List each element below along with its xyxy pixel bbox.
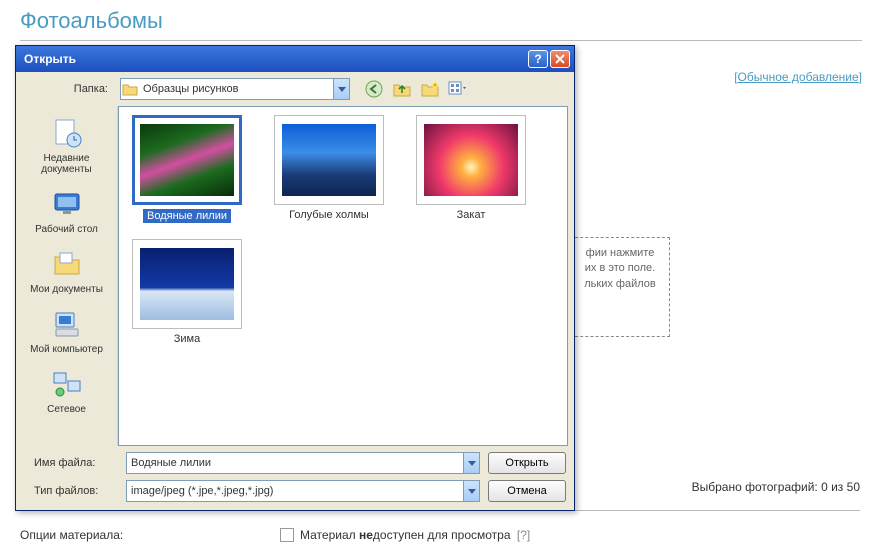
file-thumb[interactable]: Водяные лилии xyxy=(127,115,247,223)
chevron-down-icon[interactable] xyxy=(463,453,479,473)
network-icon xyxy=(50,367,84,401)
place-mydocs[interactable]: Мои документы xyxy=(20,241,114,301)
file-name: Водяные лилии xyxy=(143,209,231,223)
place-desktop[interactable]: Рабочий стол xyxy=(20,181,114,241)
filename-value: Водяные лилии xyxy=(127,457,463,469)
chevron-down-icon[interactable] xyxy=(463,481,479,501)
folder-label: Папка: xyxy=(24,83,114,95)
place-label: Сетевое xyxy=(22,404,112,415)
folder-icon xyxy=(121,82,139,96)
options-help[interactable]: [?] xyxy=(517,528,530,542)
up-folder-icon[interactable] xyxy=(392,79,412,99)
thumbnail-image xyxy=(424,124,518,196)
file-name: Зима xyxy=(174,333,200,345)
file-name: Голубые холмы xyxy=(289,209,369,221)
chevron-down-icon[interactable] xyxy=(333,79,349,99)
file-name: Закат xyxy=(457,209,486,221)
thumbnail-image xyxy=(140,124,234,196)
thumbnail-image xyxy=(140,248,234,320)
folder-combo[interactable]: Образцы рисунков xyxy=(120,78,350,100)
separator xyxy=(20,40,862,41)
filetype-value: image/jpeg (*.jpe,*.jpeg,*.jpg) xyxy=(127,485,463,497)
drop-zone[interactable]: фии нажмите их в это поле. льких файлов xyxy=(570,237,670,337)
view-menu-icon[interactable] xyxy=(448,79,468,99)
filetype-label: Тип файлов: xyxy=(24,485,118,497)
place-network[interactable]: Сетевое xyxy=(20,361,114,421)
normal-add-link-wrap: [Обычное добавление] xyxy=(734,70,862,84)
options-label: Опции материала: xyxy=(20,528,280,542)
file-list[interactable]: Водяные лилии Голубые холмы Закат Зима xyxy=(118,106,568,446)
recent-documents-icon xyxy=(50,116,84,150)
help-button[interactable]: ? xyxy=(528,50,548,68)
place-label: Рабочий стол xyxy=(22,224,112,235)
folder-value: Образцы рисунков xyxy=(139,83,333,95)
open-button[interactable]: Открыть xyxy=(488,452,566,474)
filename-label: Имя файла: xyxy=(24,457,118,469)
normal-add-link[interactable]: Обычное добавление xyxy=(738,70,859,84)
dialog-title: Открыть xyxy=(24,52,526,66)
cancel-button[interactable]: Отмена xyxy=(488,480,566,502)
desktop-icon xyxy=(50,187,84,221)
file-thumb[interactable]: Голубые холмы xyxy=(269,115,389,223)
place-label: Мои документы xyxy=(22,284,112,295)
filetype-combo[interactable]: image/jpeg (*.jpe,*.jpeg,*.jpg) xyxy=(126,480,480,502)
selected-count: Выбрано фотографий: 0 из 50 xyxy=(692,480,860,494)
file-thumb[interactable]: Закат xyxy=(411,115,531,223)
place-mycomputer[interactable]: Мой компьютер xyxy=(20,301,114,361)
place-label: Недавние документы xyxy=(22,153,112,175)
place-label: Мой компьютер xyxy=(22,344,112,355)
filename-combo[interactable]: Водяные лилии xyxy=(126,452,480,474)
file-open-dialog: Открыть ? Папка: Образцы рисунков xyxy=(15,45,575,511)
my-documents-icon xyxy=(50,247,84,281)
unavailable-text: Материал недоступен для просмотра [?] xyxy=(300,528,530,542)
dialog-titlebar[interactable]: Открыть ? xyxy=(16,46,574,72)
place-recent[interactable]: Недавние документы xyxy=(20,110,114,181)
my-computer-icon xyxy=(50,307,84,341)
places-bar: Недавние документы Рабочий стол Мои доку… xyxy=(16,106,118,446)
thumbnail-image xyxy=(282,124,376,196)
unavailable-checkbox[interactable] xyxy=(280,528,294,542)
file-thumb[interactable]: Зима xyxy=(127,239,247,345)
back-icon[interactable] xyxy=(364,79,384,99)
close-button[interactable] xyxy=(550,50,570,68)
page-title: Фотоальбомы xyxy=(0,0,882,40)
new-folder-icon[interactable] xyxy=(420,79,440,99)
